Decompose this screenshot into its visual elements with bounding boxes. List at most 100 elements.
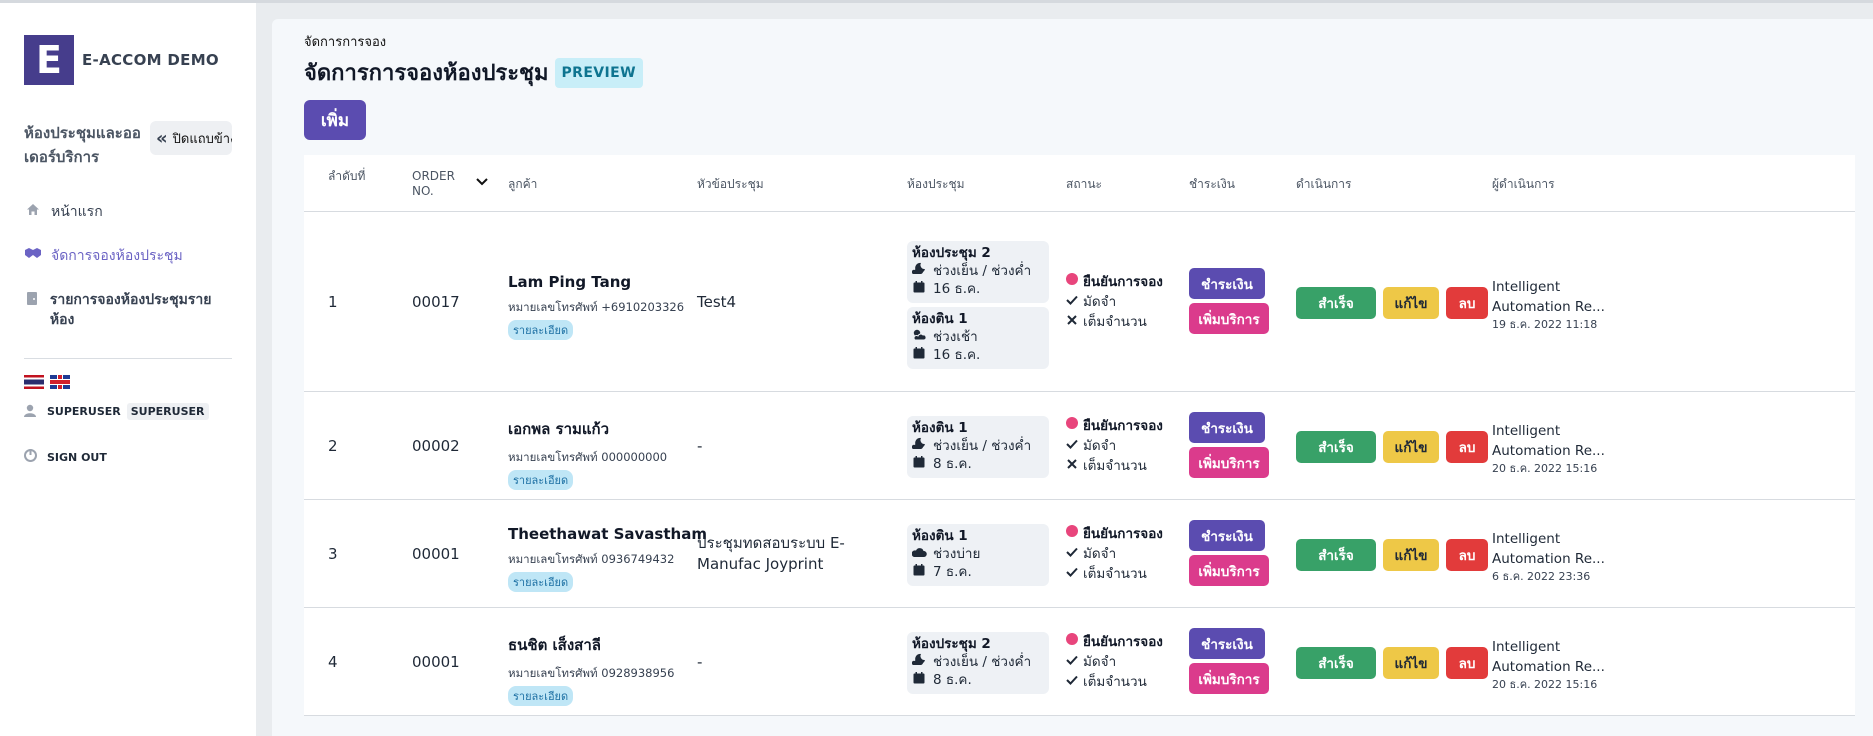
room-name: ห้องติน 1 [912, 419, 968, 436]
room-card: ห้องประชุม 2 ช่วงเย็น / ช่วงค่ำ 8 ธ.ค. [907, 631, 1049, 694]
main-content: จัดการการจอง จัดการการจองห้องประชุม PREV… [272, 19, 1873, 736]
payment-cell: ชำระเงิน เพิ่มบริการ [1189, 520, 1269, 586]
edit-button[interactable]: แก้ไข [1383, 431, 1439, 463]
operator-cell: Intelligent Automation Re... 19 ธ.ค. 202… [1492, 277, 1614, 332]
pay-button[interactable]: ชำระเงิน [1189, 520, 1265, 551]
operator-time: 19 ธ.ค. 2022 11:18 [1492, 318, 1598, 331]
check-icon [1066, 292, 1078, 312]
status-full: เต็มจำนวน [1066, 564, 1163, 584]
add-service-button[interactable]: เพิ่มบริการ [1189, 663, 1269, 694]
header-room: ห้องประชุม [907, 177, 965, 191]
preview-badge: PREVIEW [554, 57, 643, 88]
row-topic: - [697, 653, 703, 671]
pay-button[interactable]: ชำระเงิน [1189, 412, 1265, 443]
pay-button[interactable]: ชำระเงิน [1189, 268, 1265, 299]
home-icon [24, 201, 42, 217]
delete-button[interactable]: ลบ [1446, 539, 1488, 571]
edit-button[interactable]: แก้ไข [1383, 287, 1439, 319]
detail-badge[interactable]: รายละเอียด [508, 320, 574, 340]
user-icon [24, 404, 38, 420]
customer-name: Theethawat Savastham [508, 525, 707, 543]
operator-time: 20 ธ.ค. 2022 15:16 [1492, 462, 1598, 475]
delete-button[interactable]: ลบ [1446, 287, 1488, 319]
detail-badge[interactable]: รายละเอียด [508, 470, 574, 490]
edit-button[interactable]: แก้ไข [1383, 539, 1439, 571]
sidebar-item-home[interactable]: หน้าแรก [24, 201, 103, 223]
room-name: ห้องติน 1 [912, 311, 968, 327]
detail-badge[interactable]: รายละเอียด [508, 686, 574, 706]
row-topic: ประชุมทดสอบระบบ E-Manufac Joyprint [697, 534, 845, 573]
status-confirmed: ยืนยันการจอง [1066, 416, 1163, 436]
success-button[interactable]: สำเร็จ [1296, 647, 1376, 679]
delete-button[interactable]: ลบ [1446, 431, 1488, 463]
add-service-button[interactable]: เพิ่มบริการ [1189, 555, 1269, 586]
double-chevron-left-icon: « [156, 127, 168, 149]
delete-button[interactable]: ลบ [1446, 647, 1488, 679]
action-buttons: สำเร็จ แก้ไข ลบ [1296, 287, 1488, 319]
operator-name: Intelligent [1492, 279, 1561, 295]
sign-out-link[interactable]: SIGN OUT [24, 449, 107, 465]
handshake-icon [24, 245, 42, 261]
action-buttons: สำเร็จ แก้ไข ลบ [1296, 539, 1488, 571]
action-buttons: สำเร็จ แก้ไข ลบ [1296, 431, 1488, 463]
room-date-label: 8 ธ.ค. [933, 671, 972, 688]
add-service-button[interactable]: เพิ่มบริการ [1189, 447, 1269, 478]
add-button[interactable]: เพิ่ม [304, 100, 366, 140]
module-title: ห้องประชุมและออเดอร์บริการ [24, 124, 141, 166]
customer-phone: หมายเลขโทรศัพท์ +6910203326 [508, 300, 685, 314]
success-button[interactable]: สำเร็จ [1296, 287, 1376, 319]
chevron-down-icon[interactable] [476, 175, 488, 190]
customer-cell: Theethawat Savastham หมายเลขโทรศัพท์ 093… [508, 525, 707, 592]
row-order-no: 00017 [412, 293, 460, 311]
sidebar-item-label: รายการจองห้องประชุมรายห้อง [49, 292, 212, 328]
customer-cell: ธนชิต เส็งสาลี หมายเลขโทรศัพท์ 092893895… [508, 633, 674, 706]
edit-button[interactable]: แก้ไข [1383, 647, 1439, 679]
table-body: 1 00017 Lam Ping Tang หมายเลขโทรศัพท์ +6… [304, 212, 1855, 716]
operator-name-2: Automation Re... [1492, 551, 1605, 567]
table-row: 4 00001 ธนชิต เส็งสาลี หมายเลขโทรศัพท์ 0… [304, 608, 1855, 716]
operator-cell: Intelligent Automation Re... 20 ธ.ค. 202… [1492, 421, 1614, 476]
sidebar-item-booking[interactable]: จัดการจองห้องประชุม [24, 245, 183, 267]
detail-badge[interactable]: รายละเอียด [508, 572, 574, 592]
current-user: SUPERUSER SUPERUSER [24, 403, 209, 420]
header-order-label: ORDER NO. [412, 169, 455, 198]
collapse-sidebar-button[interactable]: « ปิดแถบข้าง [150, 121, 232, 155]
status-full-label: เต็มจำนวน [1083, 314, 1147, 330]
uk-flag-icon[interactable] [50, 375, 70, 389]
status-cell: ยืนยันการจอง มัดจำ เต็มจำนวน [1066, 272, 1163, 332]
sign-out-icon [24, 449, 38, 465]
status-cell: ยืนยันการจอง มัดจำ เต็มจำนวน [1066, 416, 1163, 476]
bookings-table: ลำดับที่ ORDER NO. ลูกค้า หัวข้อประชุม ห… [304, 155, 1855, 716]
sidebar-item-room-report[interactable]: รายการจองห้องประชุมรายห้อง [24, 290, 224, 330]
app-logo[interactable]: E E-ACCOM DEMO [24, 35, 219, 85]
success-button[interactable]: สำเร็จ [1296, 539, 1376, 571]
header-action: ดำเนินการ [1296, 177, 1352, 191]
status-confirmed-label: ยืนยันการจอง [1083, 634, 1163, 650]
table-row: 2 00002 เอกพล รามแก้ว หมายเลขโทรศัพท์ 00… [304, 392, 1855, 500]
room-card: ห้องติน 1 ช่วงเช้า 16 ธ.ค. [907, 307, 1049, 369]
language-switcher [24, 375, 70, 389]
moon-cloud-icon [911, 262, 926, 280]
window-top-border [0, 0, 1873, 3]
header-status: สถานะ [1066, 177, 1102, 191]
app-name: E-ACCOM DEMO [82, 51, 219, 69]
sun-cloud-icon [912, 328, 927, 346]
status-confirmed-label: ยืนยันการจอง [1083, 526, 1163, 542]
header-operator: ผู้ดำเนินการ [1492, 177, 1555, 191]
user-role-badge: SUPERUSER [126, 403, 209, 420]
row-order-no: 00001 [412, 545, 460, 563]
success-button[interactable]: สำเร็จ [1296, 431, 1376, 463]
room-date: 7 ธ.ค. [912, 563, 1044, 581]
add-service-button[interactable]: เพิ่มบริการ [1189, 303, 1269, 334]
room-date: 16 ธ.ค. [912, 346, 1044, 364]
sidebar: E E-ACCOM DEMO ห้องประชุมและออเดอร์บริกา… [0, 3, 256, 736]
pay-button[interactable]: ชำระเงิน [1189, 628, 1265, 659]
room-slot: ช่วงเช้า [912, 328, 1044, 346]
status-cell: ยืนยันการจอง มัดจำ เต็มจำนวน [1066, 524, 1163, 584]
header-order[interactable]: ORDER NO. [412, 169, 488, 199]
sidebar-divider [24, 358, 232, 359]
breadcrumb[interactable]: จัดการการจอง [304, 31, 386, 52]
customer-cell: เอกพล รามแก้ว หมายเลขโทรศัพท์ 000000000 … [508, 417, 667, 490]
room-slot: ช่วงเย็น / ช่วงค่ำ [911, 262, 1044, 280]
thai-flag-icon[interactable] [24, 375, 44, 389]
